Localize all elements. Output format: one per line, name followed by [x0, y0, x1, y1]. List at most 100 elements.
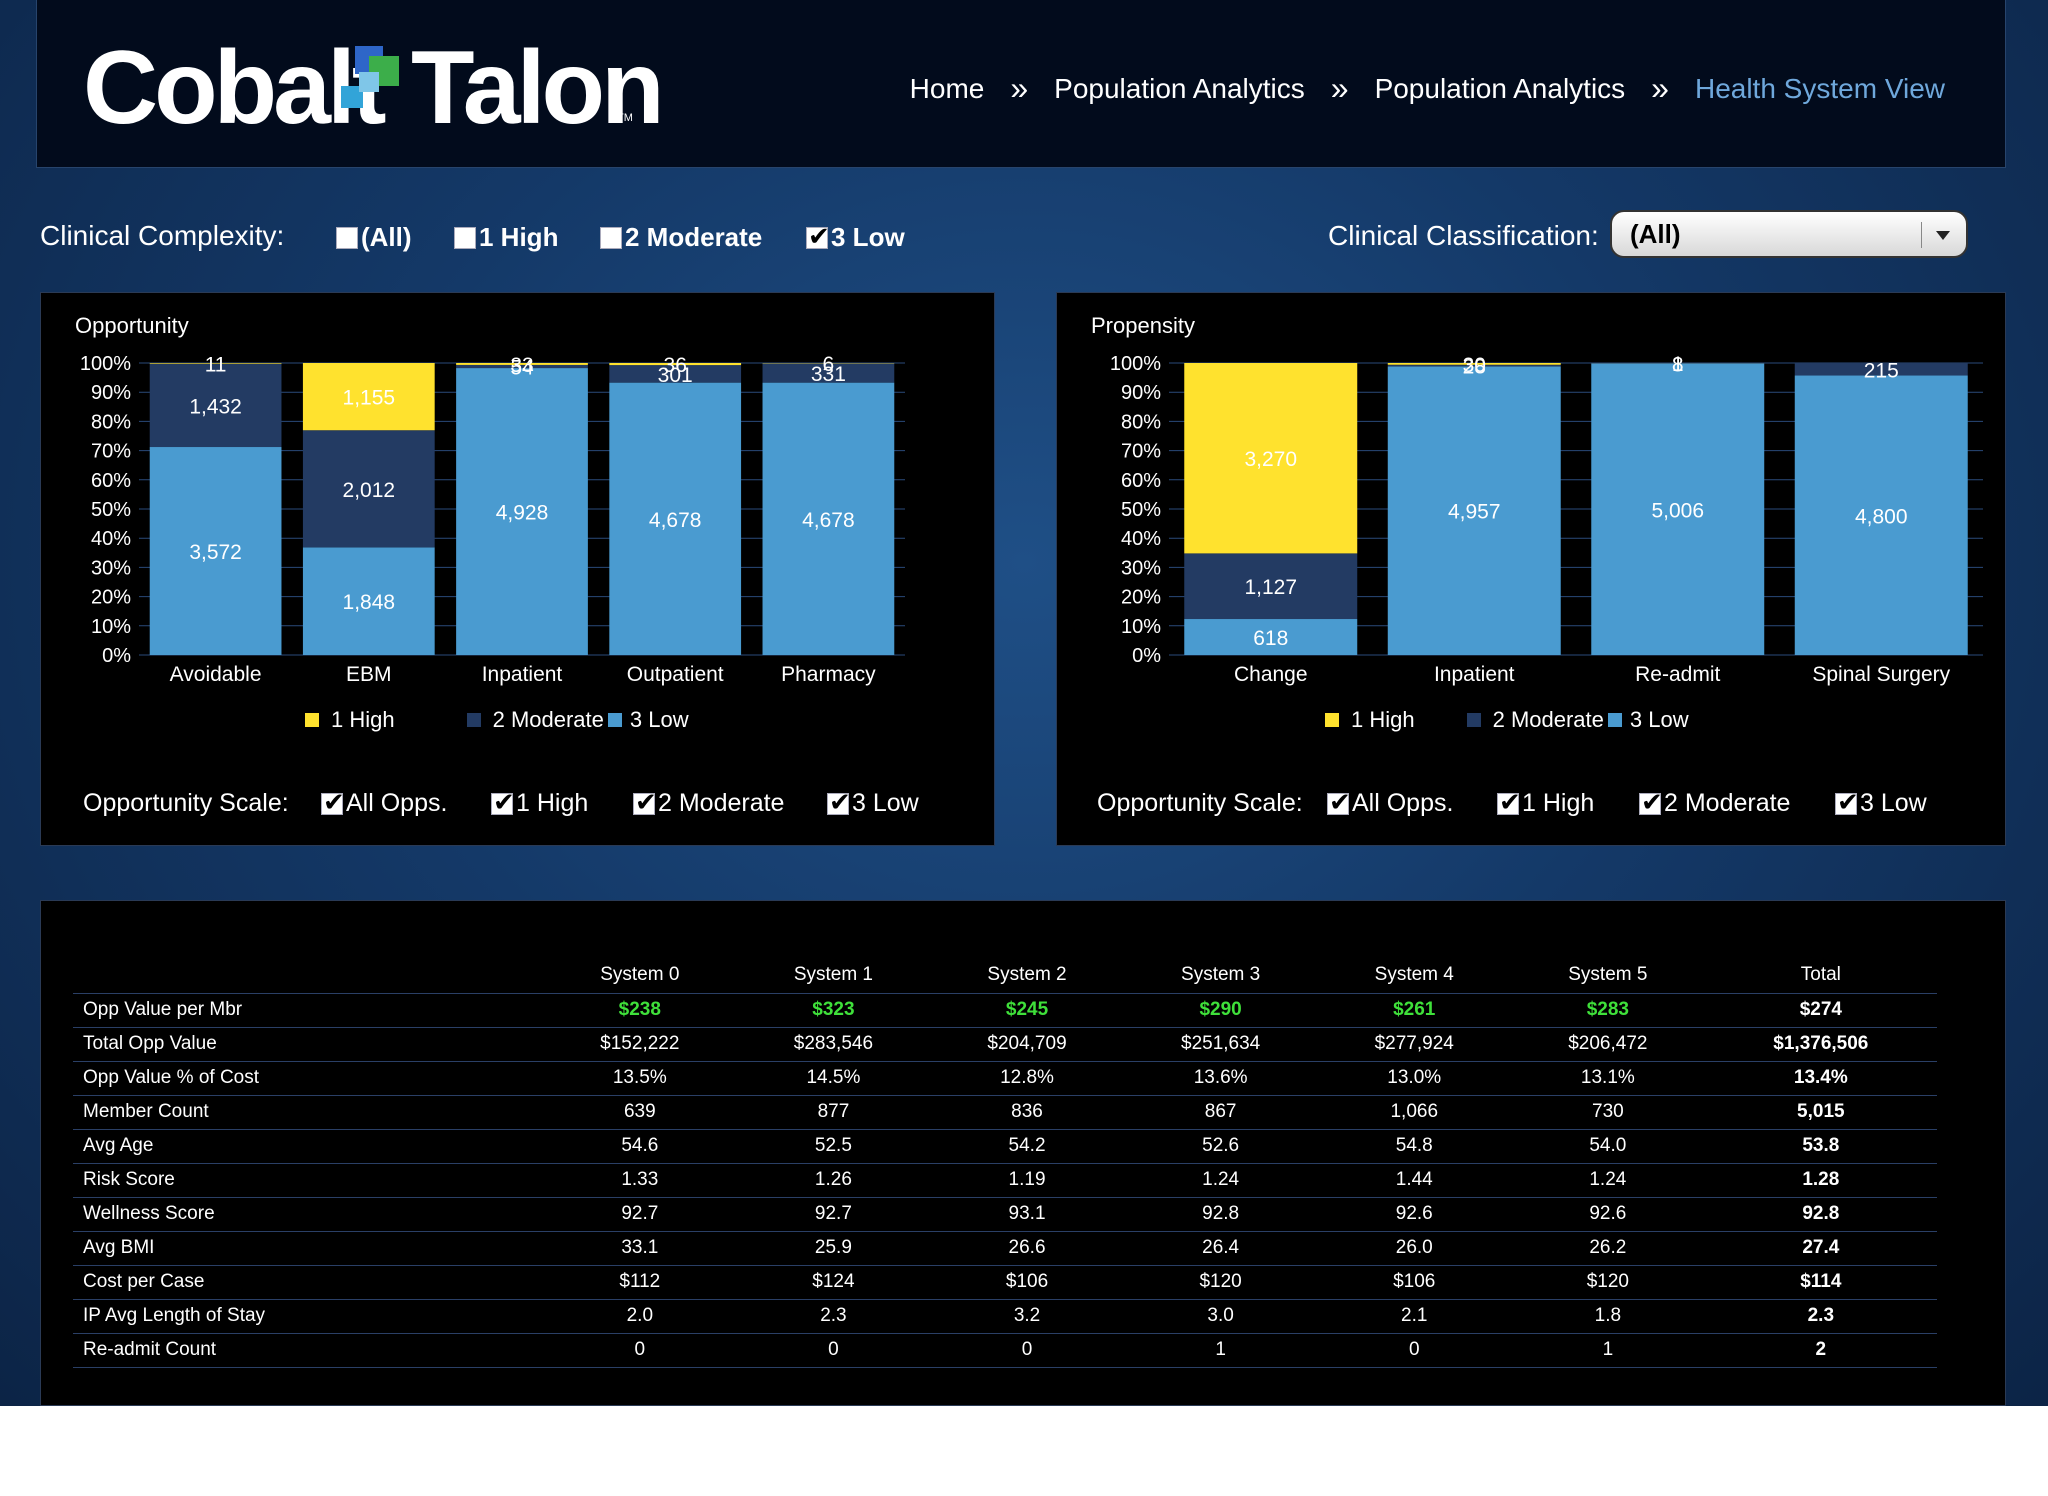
scale-option-label: All Opps.	[346, 789, 448, 817]
row-label: Avg Age	[73, 1128, 543, 1163]
table-row: Member Count 639 877 836 867 1,066 730 5,015	[73, 1094, 1937, 1129]
scale-moderate-checkbox[interactable]: 2 Moderate	[1639, 788, 1790, 818]
row-label: Avg BMI	[73, 1230, 543, 1265]
checkbox-icon[interactable]	[454, 226, 476, 249]
table-cell: 877	[736, 1094, 931, 1129]
table-cell: $261	[1317, 992, 1512, 1027]
x-tick-label: Pharmacy	[781, 663, 876, 686]
total-cell: 13.4%	[1704, 1060, 1937, 1095]
breadcrumb-population-analytics-2[interactable]: Population Analytics	[1375, 73, 1626, 105]
table-cell: 54.6	[543, 1128, 737, 1163]
total-cell: 27.4	[1704, 1230, 1937, 1265]
checkbox-icon[interactable]	[336, 226, 358, 249]
table-row: Re-admit Count 0 0 0 1 0 1 2	[73, 1332, 1937, 1368]
x-tick-label: Change	[1234, 663, 1308, 686]
column-header: Total	[1800, 963, 1841, 985]
table-cell: $238	[543, 992, 737, 1027]
table-row: Avg Age 54.6 52.5 54.2 52.6 54.8 54.0 53.8	[73, 1128, 1937, 1163]
column-header: System 4	[1374, 963, 1454, 985]
table-cell: 3.2	[930, 1298, 1124, 1333]
breadcrumb-home[interactable]: Home	[910, 73, 985, 105]
table-cell: $277,924	[1317, 1026, 1512, 1061]
legend-swatch-low	[607, 713, 622, 727]
table-cell: $283	[1511, 992, 1705, 1027]
legend-item-low: 3 Low	[1607, 707, 1689, 733]
table-cell: 92.8	[1123, 1196, 1318, 1231]
data-label: 4,928	[496, 502, 549, 525]
row-label: Member Count	[73, 1094, 543, 1129]
scale-high-checkbox[interactable]: 1 High	[1497, 788, 1594, 818]
legend-label: 3 Low	[629, 707, 689, 732]
row-label: Total Opp Value	[73, 1026, 543, 1061]
legend-label: 1 High	[331, 707, 395, 732]
complexity-all-checkbox[interactable]: (All)	[336, 222, 412, 253]
table-cell: 639	[543, 1094, 737, 1129]
data-label: 2,012	[343, 479, 396, 502]
y-tick-label: 0%	[1132, 645, 1161, 667]
table-cell: 730	[1511, 1094, 1705, 1129]
y-tick-label: 50%	[91, 499, 131, 521]
cobalt-talon-logo[interactable]: Cobalt Talon TM	[83, 36, 665, 140]
table-cell: 0	[930, 1332, 1124, 1368]
scale-all-opps-checkbox[interactable]: All Opps.	[1327, 788, 1453, 818]
y-tick-label: 20%	[91, 587, 131, 609]
x-tick-label: Outpatient	[627, 663, 724, 686]
table-cell: 867	[1123, 1094, 1318, 1129]
checkbox-checked-icon[interactable]	[1835, 788, 1859, 818]
x-tick-label: Spinal Surgery	[1812, 663, 1950, 686]
table-cell: 1.33	[543, 1162, 737, 1197]
complexity-moderate-checkbox[interactable]: 2 Moderate	[600, 222, 762, 253]
checkbox-icon[interactable]	[600, 226, 622, 249]
y-tick-label: 10%	[1121, 616, 1161, 638]
breadcrumb-population-analytics-1[interactable]: Population Analytics	[1054, 73, 1305, 105]
row-label: IP Avg Length of Stay	[73, 1298, 543, 1333]
legend-label: 2 Moderate	[1492, 707, 1604, 732]
legend-swatch-moderate	[1466, 713, 1481, 727]
clinical-complexity-label: Clinical Complexity:	[40, 220, 285, 251]
scale-low-checkbox[interactable]: 3 Low	[1835, 788, 1927, 818]
y-tick-label: 90%	[91, 382, 131, 404]
y-tick-label: 90%	[1121, 382, 1161, 404]
checkbox-checked-icon[interactable]	[491, 788, 515, 818]
data-label: 30	[1463, 354, 1486, 377]
complexity-low-checkbox[interactable]: 3 Low	[806, 222, 905, 253]
checkbox-checked-icon[interactable]	[633, 788, 657, 818]
row-label: Opp Value % of Cost	[73, 1060, 543, 1095]
checkbox-checked-icon[interactable]	[1639, 788, 1663, 818]
table-header-row: System 0 System 1 System 2 System 3 Syst…	[73, 957, 1937, 993]
table-row: Total Opp Value $152,222 $283,546 $204,709 $…	[73, 1026, 1937, 1061]
dropdown-divider	[1921, 222, 1922, 248]
table-row: Opp Value % of Cost 13.5% 14.5% 12.8% 13.6% 1…	[73, 1060, 1937, 1095]
row-label: Risk Score	[73, 1162, 543, 1197]
row-label: Cost per Case	[73, 1264, 543, 1299]
scale-high-checkbox[interactable]: 1 High	[491, 788, 588, 818]
legend-label: 1 High	[1351, 707, 1415, 732]
y-tick-label: 80%	[91, 411, 131, 433]
scale-low-checkbox[interactable]: 3 Low	[827, 788, 919, 818]
scale-moderate-checkbox[interactable]: 2 Moderate	[633, 788, 784, 818]
y-tick-label: 100%	[80, 353, 131, 375]
y-tick-label: 0%	[102, 645, 131, 667]
total-cell: $1,376,506	[1704, 1026, 1937, 1061]
checkbox-checked-icon[interactable]	[1327, 788, 1351, 818]
y-tick-label: 60%	[1121, 470, 1161, 492]
scale-all-opps-checkbox[interactable]: All Opps.	[321, 788, 448, 818]
table-cell: 54.8	[1317, 1128, 1512, 1163]
legend-swatch-moderate	[466, 713, 481, 727]
chevron-down-icon[interactable]	[1936, 231, 1950, 240]
complexity-high-checkbox[interactable]: 1 High	[454, 222, 558, 253]
row-label: Re-admit Count	[73, 1332, 543, 1368]
data-label: 5,006	[1651, 499, 1704, 522]
checkbox-checked-icon[interactable]	[806, 222, 830, 252]
checkbox-checked-icon[interactable]	[321, 788, 345, 818]
checkbox-checked-icon[interactable]	[827, 788, 851, 818]
column-header: System 2	[987, 963, 1067, 985]
checkbox-checked-icon[interactable]	[1497, 788, 1521, 818]
legend-swatch-high	[1325, 713, 1339, 727]
data-label: 3,270	[1244, 448, 1297, 471]
table-row: Avg BMI 33.1 25.9 26.6 26.4 26.0 26.2 27.4	[73, 1230, 1937, 1265]
table-cell: 92.6	[1511, 1196, 1705, 1231]
data-label: 1	[1672, 353, 1684, 376]
clinical-classification-dropdown[interactable]: (All)	[1610, 210, 1968, 258]
total-cell: 53.8	[1704, 1128, 1937, 1163]
